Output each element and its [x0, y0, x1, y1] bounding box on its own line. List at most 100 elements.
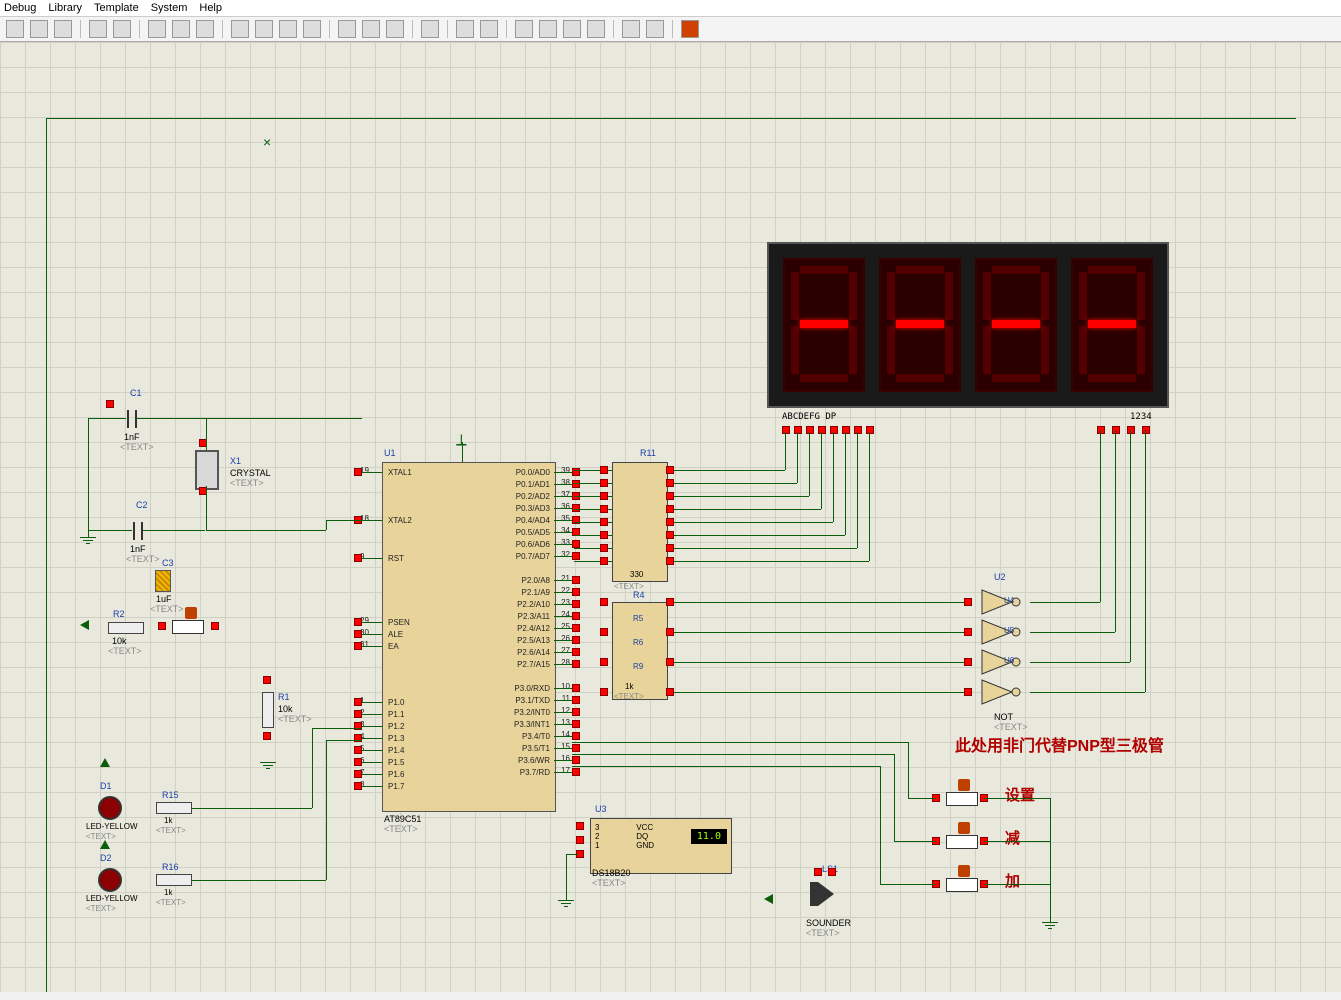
ref-R2[interactable]: R2: [113, 609, 125, 619]
group-icon[interactable]: [279, 20, 297, 38]
not-gate-U4[interactable]: [972, 588, 1032, 616]
ref-R4[interactable]: R4: [633, 590, 645, 600]
rotate-icon[interactable]: [386, 20, 404, 38]
ref-X1: X1: [230, 456, 241, 466]
pointer-icon[interactable]: [362, 20, 380, 38]
ref-U3[interactable]: U3: [595, 804, 607, 814]
wire: [46, 118, 1296, 119]
seg-label-left: ABCDEFG DP: [782, 412, 836, 422]
wrench-icon[interactable]: [480, 20, 498, 38]
align-icon[interactable]: [231, 20, 249, 38]
u3-display: 11.0: [691, 829, 727, 844]
gate-lbl-U4: U4: [1004, 596, 1014, 605]
val-D1: LED-YELLOW: [86, 822, 138, 831]
val-R2: 10k: [112, 636, 127, 646]
val-X1: CRYSTAL: [230, 468, 271, 478]
ares-icon[interactable]: [681, 20, 699, 38]
button-inc[interactable]: [946, 878, 978, 892]
digit-2: [879, 258, 961, 392]
export-icon[interactable]: [622, 20, 640, 38]
sub-C2: <TEXT>: [126, 554, 160, 564]
menu-template[interactable]: Template: [94, 2, 139, 14]
resistor-R16[interactable]: [156, 874, 192, 886]
val-U1: AT89C51: [384, 814, 421, 824]
ref-R16[interactable]: R16: [162, 862, 179, 872]
redo-icon[interactable]: [113, 20, 131, 38]
menu-library[interactable]: Library: [48, 2, 82, 14]
val-C2: 1nF: [130, 544, 146, 554]
refresh-icon[interactable]: [646, 20, 664, 38]
chip-U3[interactable]: 3 2 1 VCC DQ GND 11.0: [590, 818, 732, 874]
copy-icon[interactable]: [172, 20, 190, 38]
ref-R11[interactable]: R11: [640, 448, 656, 458]
cap-C2[interactable]: [133, 522, 135, 540]
zoom-fit-icon[interactable]: [30, 20, 48, 38]
reset-button[interactable]: [172, 620, 204, 634]
page-icon[interactable]: [515, 20, 533, 38]
bom-icon[interactable]: [587, 20, 605, 38]
not-gate-U6[interactable]: [972, 648, 1032, 676]
not-gate-U5[interactable]: [972, 618, 1032, 646]
component-icon[interactable]: [421, 20, 439, 38]
rpack-R11[interactable]: [612, 462, 668, 582]
ref-R9: R9: [633, 662, 643, 671]
distribute-icon[interactable]: [255, 20, 273, 38]
menu-help[interactable]: Help: [199, 2, 222, 14]
menu-system[interactable]: System: [151, 2, 188, 14]
cap-C1[interactable]: [127, 410, 129, 428]
zoom-out-icon[interactable]: [6, 20, 24, 38]
button-actuator[interactable]: [185, 607, 197, 619]
button-actuator[interactable]: [958, 865, 970, 877]
ref-U2[interactable]: U2: [994, 572, 1006, 582]
find-icon[interactable]: [456, 20, 474, 38]
gate-lbl-U6: U6: [1004, 656, 1014, 665]
ref-D2[interactable]: D2: [100, 853, 112, 863]
ungroup-icon[interactable]: [303, 20, 321, 38]
ref-C3[interactable]: C3: [162, 558, 174, 568]
val-R11: 330: [630, 570, 643, 579]
val-LS1: SOUNDER: [806, 918, 851, 928]
val-U2: NOT: [994, 712, 1013, 722]
not-gate[interactable]: [972, 678, 1032, 706]
led-D2[interactable]: [98, 868, 122, 892]
search-icon[interactable]: [338, 20, 356, 38]
label-inc: 加: [1005, 870, 1020, 891]
sounder-LS1[interactable]: [818, 882, 834, 906]
cap-C3[interactable]: [155, 570, 171, 592]
annotation-note: 此处用非门代替PNP型三极管: [955, 732, 1164, 756]
netlist-icon[interactable]: [563, 20, 581, 38]
layers-icon[interactable]: [539, 20, 557, 38]
ref-R15[interactable]: R15: [162, 790, 179, 800]
sub-R1: <TEXT>: [278, 714, 312, 724]
val-R16: 1k: [164, 888, 172, 897]
sub-C3: <TEXT>: [150, 604, 184, 614]
ref-C1[interactable]: C1: [130, 388, 142, 398]
led-D1[interactable]: [98, 796, 122, 820]
ref-C2[interactable]: C2: [136, 500, 148, 510]
paste-icon[interactable]: [196, 20, 214, 38]
sub-R15: <TEXT>: [156, 826, 186, 835]
ref-R6: R6: [633, 638, 643, 647]
digit-1: [783, 258, 865, 392]
cut-icon[interactable]: [148, 20, 166, 38]
seven-segment-display[interactable]: [767, 242, 1169, 408]
resistor-R1[interactable]: [262, 692, 274, 728]
button-actuator[interactable]: [958, 779, 970, 791]
button-actuator[interactable]: [958, 822, 970, 834]
menu-debug[interactable]: Debug: [4, 2, 36, 14]
power-terminal: [100, 840, 110, 849]
resistor-R2[interactable]: [108, 622, 144, 634]
resistor-R15[interactable]: [156, 802, 192, 814]
sub-C1: <TEXT>: [120, 442, 154, 452]
ref-D1[interactable]: D1: [100, 781, 112, 791]
ground-symbol: [80, 537, 96, 544]
seg-label-right: 1234: [1130, 412, 1152, 422]
zoom-in-icon[interactable]: [54, 20, 72, 38]
button-set[interactable]: [946, 792, 978, 806]
ref-R1[interactable]: R1: [278, 692, 290, 702]
sub-X1: <TEXT>: [230, 478, 264, 488]
crystal-X1[interactable]: [195, 450, 219, 490]
schematic-canvas[interactable]: × C1 1nF <TEXT> C2 1nF <TEXT> X1 CRYSTAL…: [0, 42, 1341, 992]
button-dec[interactable]: [946, 835, 978, 849]
undo-icon[interactable]: [89, 20, 107, 38]
